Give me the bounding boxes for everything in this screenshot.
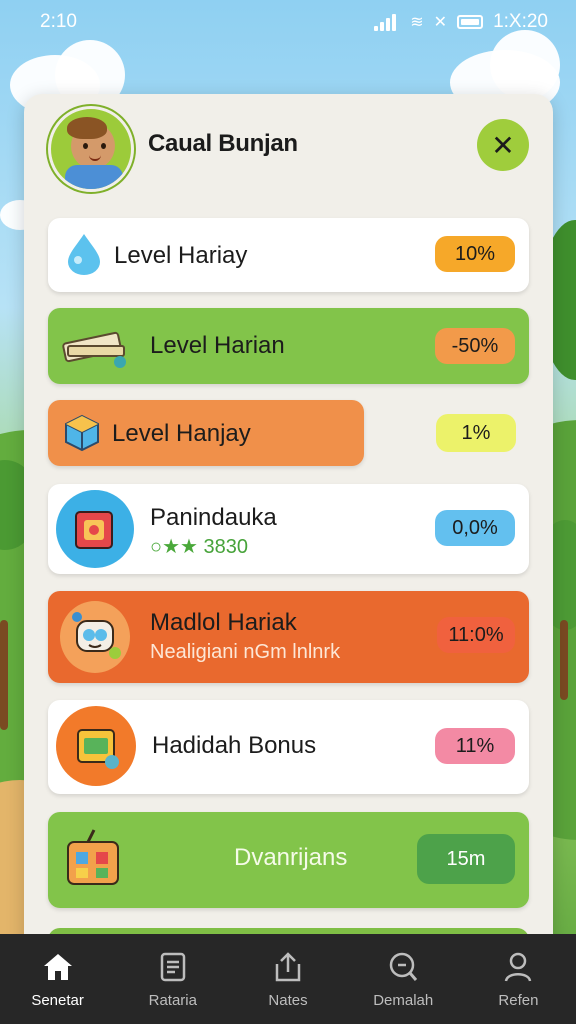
list-item[interactable]: Panindauka ○★★ 3830 0,0%	[48, 484, 529, 574]
toy-box-icon	[62, 826, 128, 892]
person-icon	[501, 950, 535, 984]
list-item[interactable]: Hadidah Bonus 11%	[48, 700, 529, 794]
bottom-navigation: Senetar Rataria Nates Demalah Refen	[0, 934, 576, 1024]
home-icon	[41, 950, 75, 984]
list-item[interactable]: Level Hariay 10%	[48, 218, 529, 292]
avatar[interactable]	[48, 106, 134, 192]
row-label: Hadidah Bonus	[152, 732, 317, 759]
nav-label: Nates	[268, 991, 308, 1009]
water-drop-icon	[64, 232, 104, 276]
battery-icon	[457, 15, 484, 29]
nav-item-notes[interactable]: Nates	[230, 934, 345, 1024]
username: Caual Bunjan	[148, 130, 298, 157]
no-sound-icon: ✕	[433, 14, 448, 31]
upload-icon	[271, 950, 305, 984]
row-label: Madlol Hariak	[150, 609, 297, 636]
cube-icon	[62, 413, 102, 453]
row-value-badge: 1%	[436, 414, 516, 452]
daily-level-panel: Caual Bunjan ✕ Level Hariay 10% Level Ha…	[24, 94, 553, 954]
status-time: 2:10	[40, 11, 77, 32]
signal-icon	[374, 13, 400, 31]
close-icon: ✕	[491, 128, 515, 162]
nav-label: Rataria	[148, 991, 197, 1009]
row-label: Level Hanjay	[112, 420, 251, 447]
row-sub-rating: ○★★ 3830	[150, 534, 248, 559]
list-item[interactable]: Dvanrijans 15m	[48, 812, 529, 908]
nav-label: Senetar	[31, 991, 84, 1009]
list-item[interactable]: Level Hanjay	[48, 400, 364, 466]
treasure-icon	[56, 706, 136, 786]
row-value-badge: 0,0%	[435, 510, 515, 546]
close-button[interactable]: ✕	[477, 119, 529, 171]
gift-box-icon	[56, 490, 134, 568]
row-value-badge: -50%	[435, 328, 515, 364]
nav-item-home[interactable]: Senetar	[0, 934, 115, 1024]
row-label: Level Hariay	[114, 242, 248, 269]
robot-icon	[60, 601, 130, 673]
row-value-badge: 15m	[417, 834, 515, 884]
list-item[interactable]: Madlol Hariak Nealigiani nGm lnlnrk 11:0…	[48, 591, 529, 683]
book-icon	[60, 320, 130, 370]
row-label: Dvanrijans	[234, 844, 348, 871]
list-icon	[156, 950, 190, 984]
nav-item-profile[interactable]: Refen	[461, 934, 576, 1024]
nav-label: Refen	[498, 991, 539, 1009]
nav-label: Demalah	[373, 991, 434, 1009]
star-rating-icon: ○★★	[150, 536, 198, 558]
list-item[interactable]: Level Harian -50%	[48, 308, 529, 384]
row-label: Level Harian	[150, 332, 285, 359]
search-icon	[386, 950, 420, 984]
wifi-icon: ≋	[410, 14, 424, 31]
nav-item-search[interactable]: Demalah	[346, 934, 461, 1024]
status-right-time: 1:X:20	[493, 11, 548, 32]
status-bar: 2:10 ≋ ✕ 1:X:20	[0, 0, 576, 44]
row-sub-text: Nealigiani nGm lnlnrk	[150, 641, 341, 663]
nav-item-list[interactable]: Rataria	[115, 934, 230, 1024]
row-sub-value: 3830	[203, 536, 249, 558]
row-value-badge: 11:0%	[437, 617, 515, 653]
row-value-badge: 10%	[435, 236, 515, 272]
row-value-badge: 11%	[435, 728, 515, 764]
row-label: Panindauka	[150, 504, 277, 531]
